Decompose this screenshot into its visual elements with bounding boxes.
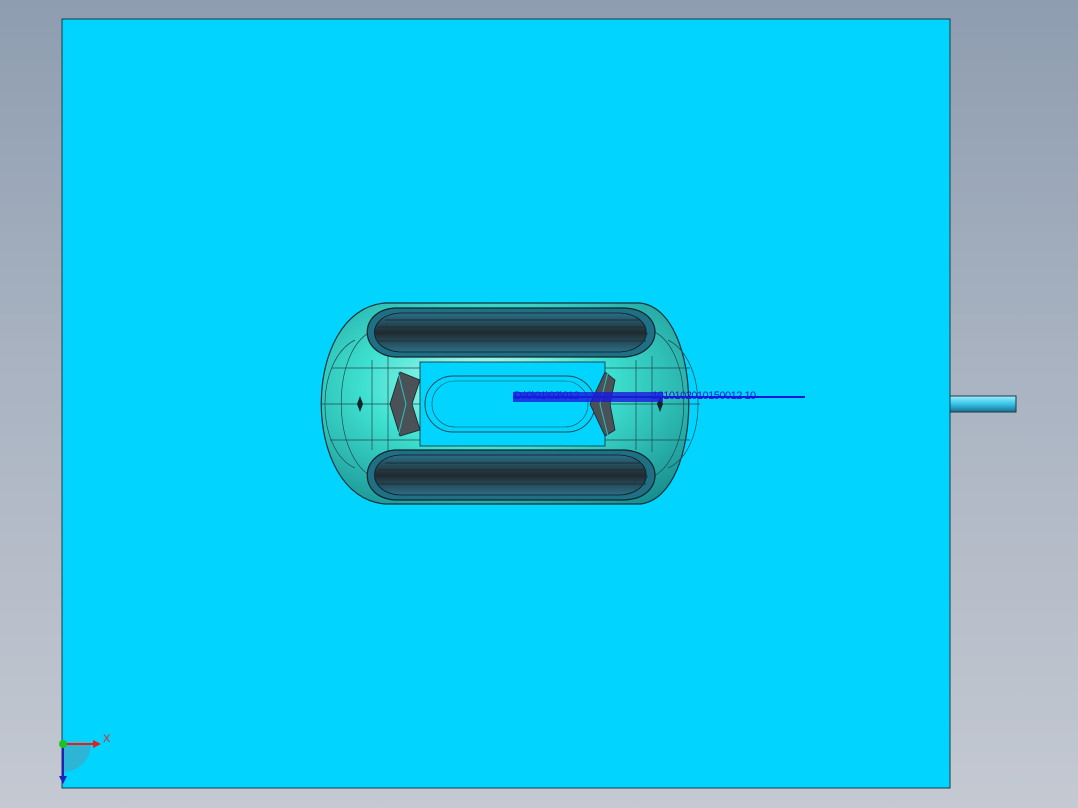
top-grip-pad-inner [374,312,647,353]
cad-graphics-viewport[interactable]: D:\0\01\02\012 1010102010150012 10 X [0,0,1078,808]
model-scene[interactable] [0,0,1078,808]
bottom-grip-pad-inner [374,454,647,496]
x-axis-label: X [103,733,111,745]
center-window-slot [424,375,596,433]
reference-line-bar [513,392,663,402]
y-axis-dot [59,740,67,748]
runner-stub[interactable] [949,395,1017,413]
